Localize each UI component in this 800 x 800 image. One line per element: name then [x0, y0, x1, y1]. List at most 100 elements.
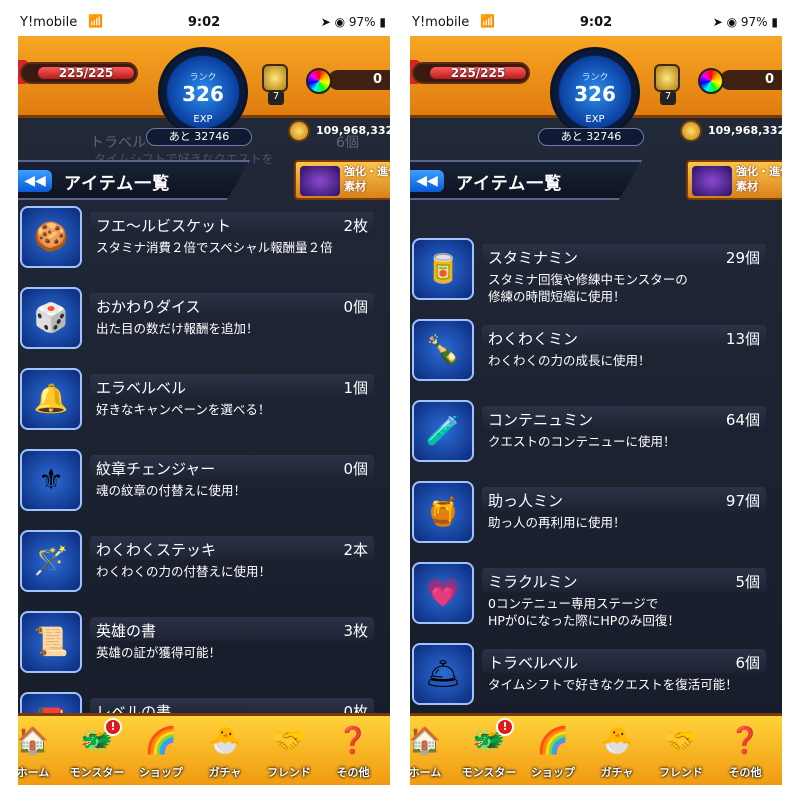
item-name: わくわくミン: [488, 330, 579, 348]
friend-icon: 🤝: [664, 726, 698, 756]
background-item-count: 6個: [336, 135, 359, 151]
item-description: 出た目の数だけ報酬を追加！: [96, 321, 259, 336]
background-item-name: トラベル: [90, 135, 146, 151]
page-title: アイテム一覧: [64, 174, 171, 194]
nav-label: ガチャ: [208, 766, 242, 779]
cookie-icon: 🍪: [20, 206, 82, 268]
travel-bell-icon: 🛎: [412, 643, 474, 705]
hp-value: 225/225: [450, 66, 506, 80]
nav-gacha[interactable]: 🐣 ガチャ: [192, 718, 258, 784]
bell-icon: 🔔: [20, 368, 82, 430]
hp-bar: 225/225: [20, 62, 138, 84]
nav-friend[interactable]: 🤝 フレンド: [256, 718, 322, 784]
item-name-bar: エラベルベル 1個: [90, 374, 374, 398]
other-icon: ❓: [336, 726, 370, 756]
screen-left: Y!mobile 📶 9:02 ➤ ◉ 97% ▮ 225/225 ランク 32…: [18, 10, 390, 785]
crest-changer-icon: ⚜: [20, 449, 82, 511]
back-button[interactable]: ◀◀: [18, 170, 52, 192]
item-count: 2枚: [343, 217, 368, 235]
item-description: クエストのコンテニューに使用！: [488, 434, 676, 449]
dice-icon: 🎲: [20, 287, 82, 349]
item-description: 助っ人の再利用に使用！: [488, 515, 626, 530]
status-bar: Y!mobile 📶 9:02 ➤ ◉ 97% ▮: [410, 10, 782, 36]
orb-icon[interactable]: [262, 64, 288, 92]
rainbow-gem-icon[interactable]: [306, 68, 332, 94]
item-name-bar: トラベルベル 6個: [482, 649, 766, 673]
gem-bar[interactable]: 0: [720, 70, 782, 90]
notification-badge: !: [496, 718, 514, 736]
enhance-material-banner[interactable]: 強化・進化 素材: [294, 160, 390, 200]
item-row[interactable]: 🥫 スタミナミン 29個 スタミナ回復や修練中モンスターの 修練の時間短縮に使用！: [410, 238, 782, 318]
item-name: おかわりダイス: [96, 298, 201, 316]
nav-label: フレンド: [267, 766, 311, 779]
item-row[interactable]: 💗 ミラクルミン 5個 0コンテニュー専用ステージで HPが0になった際にHPのみ回復…: [410, 562, 782, 642]
item-row[interactable]: ⚜ 紋章チェンジャー 0個 魂の紋章の付替えに使用！: [18, 449, 390, 529]
item-count: 97個: [725, 492, 760, 510]
banner-label: 強化・進化 素材: [344, 165, 390, 193]
nav-monster[interactable]: 🐲 モンスター!: [456, 718, 522, 784]
item-row[interactable]: 🪄 わくわくステッキ 2本 わくわくの力の付替えに使用！: [18, 530, 390, 610]
nav-other[interactable]: ❓ その他: [320, 718, 386, 784]
item-description: スタミナ消費２倍でスペシャル報酬量２倍: [96, 240, 333, 255]
rank-badge[interactable]: ランク 326 EXP: [550, 47, 640, 137]
orb-icon[interactable]: [654, 64, 680, 92]
item-description: わくわくの力の付替えに使用！: [96, 564, 272, 579]
nav-shop-orb[interactable]: 🌈 ショップ: [128, 718, 194, 784]
item-count: 29個: [725, 249, 760, 267]
item-row[interactable]: 🔔 エラベルベル 1個 好きなキャンペーンを選べる！: [18, 368, 390, 448]
nav-label: モンスター: [69, 766, 125, 779]
item-name: フエ〜ルビスケット: [96, 217, 232, 235]
rank-badge[interactable]: ランク 326 EXP: [158, 47, 248, 137]
hp-value: 225/225: [58, 66, 114, 80]
nav-monster[interactable]: 🐲 モンスター!: [64, 718, 130, 784]
notification-badge: !: [104, 718, 122, 736]
other-icon: ❓: [728, 726, 762, 756]
gem-bar[interactable]: 0: [328, 70, 390, 90]
item-count: 13個: [725, 330, 760, 348]
home-icon: 🏠: [18, 726, 50, 756]
shop-orb-icon: 🌈: [536, 726, 570, 756]
nav-gacha[interactable]: 🐣 ガチャ: [584, 718, 650, 784]
nav-other[interactable]: ❓ その他: [712, 718, 778, 784]
orb-count: 7: [268, 91, 284, 105]
back-button[interactable]: ◀◀: [410, 170, 444, 192]
nav-label: ショップ: [139, 766, 183, 779]
monster-banner-image: [692, 166, 732, 196]
item-name-bar: 英雄の書 3枚: [90, 617, 374, 641]
item-count: 0個: [343, 460, 368, 478]
item-name: スタミナミン: [488, 249, 579, 267]
item-count: 3枚: [343, 622, 368, 640]
home-icon: 🏠: [410, 726, 442, 756]
item-row[interactable]: 🎲 おかわりダイス 0個出た目の数だけ報酬を追加！: [18, 287, 390, 367]
item-name-bar: 助っ人ミン 97個: [482, 487, 766, 511]
item-row[interactable]: 🧪 コンテニュミン 64個 クエストのコンテニューに使用！: [410, 400, 782, 480]
item-row[interactable]: 🍾 わくわくミン 13個 わくわくの力の成長に使用！: [410, 319, 782, 399]
item-row[interactable]: 🍯 助っ人ミン 97個 助っ人の再利用に使用！: [410, 481, 782, 561]
item-name: 紋章チェンジャー: [96, 460, 216, 478]
next-exp: あと 32746: [146, 128, 252, 146]
top-hud: 225/225 ランク 326 EXP あと 32746 7 0: [18, 36, 390, 146]
nav-home[interactable]: 🏠 ホーム: [18, 718, 66, 784]
nav-label: ホーム: [18, 766, 50, 779]
orb-count: 7: [660, 91, 676, 105]
nav-shop-orb[interactable]: 🌈 ショップ: [520, 718, 586, 784]
item-name-bar: わくわくステッキ 2本: [90, 536, 374, 560]
enhance-material-banner[interactable]: 強化・進化 素材: [686, 160, 782, 200]
shop-orb-icon: 🌈: [144, 726, 178, 756]
scroll-icon: 📜: [20, 611, 82, 673]
nav-label: ガチャ: [600, 766, 634, 779]
item-row[interactable]: 🍪 フエ〜ルビスケット 2枚 スタミナ消費２倍でスペシャル報酬量２倍: [18, 206, 390, 286]
bottom-nav: 🏠 ホーム 🐲 モンスター! 🌈 ショップ 🐣 ガチャ 🤝 フレンド ❓ その他: [410, 713, 782, 785]
nav-home[interactable]: 🏠 ホーム: [410, 718, 458, 784]
nav-label: その他: [336, 766, 370, 779]
nav-friend[interactable]: 🤝 フレンド: [648, 718, 714, 784]
item-name: トラベルベル: [488, 654, 579, 672]
rank-value: 326: [182, 82, 224, 106]
item-name-bar: おかわりダイス 0個: [90, 293, 374, 317]
nav-label: ショップ: [531, 766, 575, 779]
item-name: わくわくステッキ: [96, 541, 217, 559]
item-description: 英雄の証が獲得可能！: [96, 645, 222, 660]
item-row[interactable]: 🛎 トラベルベル 6個 タイムシフトで好きなクエストを復活可能！: [410, 643, 782, 723]
item-row[interactable]: 📜 英雄の書 3枚英雄の証が獲得可能！: [18, 611, 390, 691]
rainbow-gem-icon[interactable]: [698, 68, 724, 94]
